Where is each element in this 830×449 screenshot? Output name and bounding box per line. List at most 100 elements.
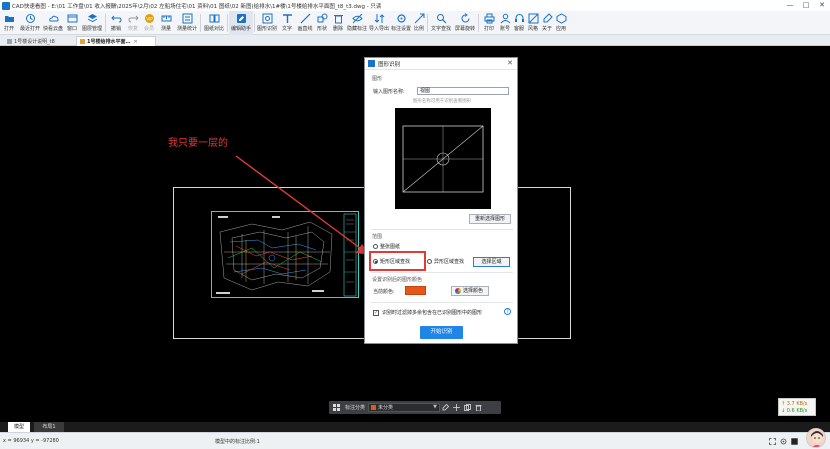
toolbar-label: 会员 xyxy=(143,26,154,32)
choose-color-button[interactable]: 选择颜色 xyxy=(451,286,489,296)
radio-rect-area[interactable] xyxy=(373,259,378,264)
section-range-label: 范围 xyxy=(372,234,383,240)
edit-assistant-icon xyxy=(235,13,247,24)
account-icon xyxy=(499,13,511,24)
toolbar-separator xyxy=(200,14,201,32)
toolbar-redo-button[interactable]: 恢复 xyxy=(125,11,141,35)
toolbar-account-button[interactable]: 账号 xyxy=(498,11,512,35)
radio-polygon-area[interactable] xyxy=(427,259,432,264)
reselect-shape-button[interactable]: 重新选择图形 xyxy=(469,214,511,224)
toolbar-edit-assistant-button[interactable]: 编辑助手 xyxy=(229,11,253,35)
toolbar-label: 应用 xyxy=(555,26,566,32)
toolbar-print-button[interactable]: 打印 xyxy=(480,11,498,35)
toolbar-label: 最近打开 xyxy=(19,26,40,32)
fullscreen-icon[interactable] xyxy=(768,437,776,445)
toolbar-label: 关于 xyxy=(541,26,552,32)
minimize-button[interactable]: — xyxy=(782,0,798,11)
range-polygon-label: 异形区域查找 xyxy=(434,259,465,265)
about-icon xyxy=(541,13,553,24)
toolbar-text-button[interactable]: 文字 xyxy=(278,11,296,35)
range-option-rect[interactable]: 矩形区域查找 xyxy=(373,258,410,265)
maximize-button[interactable]: □ xyxy=(798,0,814,11)
tab-design-notes[interactable]: 1号楼设计说明_t8 xyxy=(4,36,74,46)
toolbar-recent-button[interactable]: 最近打开 xyxy=(18,11,42,35)
redo-icon xyxy=(127,13,139,24)
current-color-swatch xyxy=(405,286,426,295)
settings-icon[interactable] xyxy=(779,437,787,445)
main-toolbar: 打开 最近打开 快看云盘 窗口 图层管理 撤销 恢复 VIP 会员 测量 测量统计 图纸对比 编辑助手图… xyxy=(0,11,830,35)
toolbar-folder-open-button[interactable]: 打开 xyxy=(0,11,18,35)
edit-icon[interactable] xyxy=(441,403,450,412)
shape-name-hint: 图形名称可用于识别查看图形 xyxy=(412,99,472,104)
assistant-avatar[interactable] xyxy=(806,428,826,448)
move-icon[interactable] xyxy=(452,403,461,412)
radio-full-sheet[interactable] xyxy=(373,244,378,249)
toolbar-delete-button[interactable]: 删除 xyxy=(330,11,346,35)
toolbar-shape-recognize-button[interactable]: 图形识别 xyxy=(256,11,278,35)
toolbar-layers-button[interactable]: 图层管理 xyxy=(80,11,104,35)
toolbar-annotation-settings-button[interactable]: 标注设置 xyxy=(390,11,412,35)
toolbar-shape-button[interactable]: 形状 xyxy=(314,11,330,35)
grid-icon[interactable] xyxy=(332,403,341,412)
category-select[interactable]: 未分类 ▼ xyxy=(368,403,441,412)
line-icon xyxy=(299,13,311,24)
current-color-label: 当前颜色: xyxy=(373,289,395,295)
layout-tab-layout1[interactable]: 布局1 xyxy=(34,422,64,432)
close-window-button[interactable]: ✕ xyxy=(814,0,830,11)
dialog-titlebar: 图形识别 ✕ xyxy=(365,58,517,70)
toolbar-style-button[interactable]: 风格 xyxy=(526,11,540,35)
delete-icon xyxy=(332,13,344,24)
dialog-app-icon xyxy=(368,60,375,67)
toolbar-separator xyxy=(254,14,255,32)
layout-tab-model[interactable]: 模型 xyxy=(8,422,30,432)
select-area-button[interactable]: 选择区域 xyxy=(473,257,510,267)
tab-plumbing-plan[interactable]: 1号楼给排水平面… ✕ xyxy=(76,36,156,46)
start-recognition-button[interactable]: 开始识别 xyxy=(420,326,463,339)
divider xyxy=(371,229,513,230)
toolbar-scale-button[interactable]: 比例 xyxy=(412,11,426,35)
toolbar-support-button[interactable]: 客服 xyxy=(512,11,526,35)
toolbar-vip-button[interactable]: VIP 会员 xyxy=(141,11,157,35)
toolbar-window-button[interactable]: 窗口 xyxy=(64,11,80,35)
toolbar-line-button[interactable]: 画直线 xyxy=(296,11,314,35)
filter-checkbox[interactable]: ✓ xyxy=(373,309,379,316)
divider xyxy=(371,302,513,303)
trash-icon[interactable] xyxy=(474,403,483,412)
dwg-file-icon xyxy=(80,39,85,44)
dialog-close-icon[interactable]: ✕ xyxy=(507,59,513,67)
shape-name-input[interactable]: 视图 xyxy=(417,87,509,95)
drawing-sheet xyxy=(211,211,359,298)
layers-icon xyxy=(86,13,98,24)
dwg-file-icon xyxy=(7,38,12,44)
toolbar-cloud-button[interactable]: 快看云盘 xyxy=(42,11,64,35)
help-icon[interactable]: ? xyxy=(504,308,511,315)
range-option-full-sheet[interactable]: 整张图纸 xyxy=(373,243,400,250)
status-icons xyxy=(768,437,801,445)
toolbar-compare-button[interactable]: 图纸对比 xyxy=(202,11,226,35)
toolbar-about-button[interactable]: 关于 xyxy=(540,11,554,35)
divider xyxy=(371,272,513,273)
toolbar-label: 打印 xyxy=(483,26,494,32)
toolbar-rotate-button[interactable]: 屏幕旋转 xyxy=(453,11,477,35)
rotate-icon xyxy=(459,13,471,24)
background-color-icon[interactable] xyxy=(790,437,798,445)
toolbar-separator xyxy=(105,14,106,32)
undo-icon xyxy=(110,13,122,24)
toolbar-undo-button[interactable]: 撤销 xyxy=(107,11,125,35)
toolbar-measure-button[interactable]: 测量 xyxy=(157,11,175,35)
toolbar-measure-stats-button[interactable]: 测量统计 xyxy=(175,11,199,35)
toolbar-import-export-button[interactable]: 导入导出 xyxy=(368,11,390,35)
toolbar-apps-button[interactable]: 应用 xyxy=(554,11,568,35)
toolbar-label: 图形识别 xyxy=(256,26,277,32)
range-option-polygon[interactable]: 异形区域查找 xyxy=(427,258,464,265)
toolbar-hide-annotation-button[interactable]: 隐藏标注 xyxy=(346,11,368,35)
toolbar-text-search-button[interactable]: 文字查找 xyxy=(429,11,453,35)
copy-icon[interactable] xyxy=(463,403,472,412)
shape-preview xyxy=(395,108,491,209)
tab-close-icon[interactable]: ✕ xyxy=(133,39,137,45)
upload-speed: ↑ 3.7 KB/s xyxy=(781,401,808,407)
toolbar-label: 隐藏标注 xyxy=(346,26,367,32)
toolbar-label: 比例 xyxy=(413,26,424,32)
cursor-coordinates: x = 96934 y = -97280 xyxy=(3,438,59,444)
filter-option-row[interactable]: ✓ 识别时过滤掉多余包含在已识别图形中的图形 xyxy=(373,309,482,316)
